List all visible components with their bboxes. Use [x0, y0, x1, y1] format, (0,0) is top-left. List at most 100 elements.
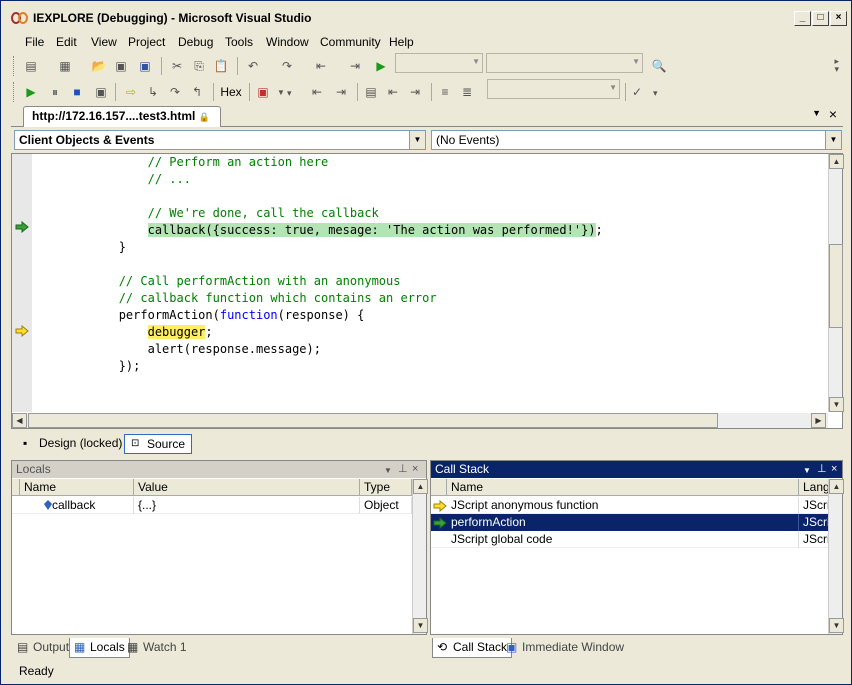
- menu-community[interactable]: Community: [320, 35, 381, 49]
- scroll-up-icon[interactable]: ▲: [829, 154, 844, 169]
- indicator-margin[interactable]: [12, 154, 32, 412]
- menu-window[interactable]: Window: [266, 35, 309, 49]
- bookmark-prev-icon[interactable]: ⇤: [307, 82, 327, 102]
- scroll-down-icon[interactable]: ▼: [829, 397, 844, 412]
- call-stack-title-bar[interactable]: Call Stack ▼ ⊥ ×: [431, 461, 842, 478]
- scroll-thumb[interactable]: [28, 413, 718, 428]
- maximize-button[interactable]: □: [812, 11, 829, 26]
- copy-icon[interactable]: ⎘: [189, 56, 209, 76]
- breakpoints-window-icon[interactable]: ▣: [253, 82, 273, 102]
- navigate-back-icon[interactable]: ⇤: [311, 56, 331, 76]
- code-line[interactable]: // Call performAction with an anonymous: [32, 273, 401, 290]
- scroll-up-icon[interactable]: ▲: [829, 479, 844, 494]
- hex-display-button[interactable]: Hex: [217, 82, 245, 102]
- indent-icon[interactable]: ⇥: [405, 82, 425, 102]
- local-value[interactable]: {...}: [134, 497, 360, 514]
- editor-horizontal-scrollbar[interactable]: ◀ ▶: [12, 413, 828, 428]
- tab-output[interactable]: ▤ Output: [13, 638, 73, 658]
- code-line[interactable]: // We're done, call the callback: [32, 205, 379, 222]
- open-file-icon[interactable]: 📂: [89, 56, 109, 76]
- window-position-icon[interactable]: ▼: [384, 463, 392, 479]
- column-language[interactable]: Langu: [799, 479, 828, 496]
- scroll-left-icon[interactable]: ◀: [12, 413, 27, 428]
- code-line[interactable]: }: [32, 239, 126, 256]
- close-icon[interactable]: ×: [831, 461, 837, 477]
- tab-call-stack[interactable]: ⟲ Call Stack: [432, 638, 513, 658]
- call-stack-scrollbar[interactable]: ▲ ▼: [828, 479, 844, 634]
- source-view-button[interactable]: ⊡ Source: [124, 434, 193, 454]
- paste-icon[interactable]: 📋: [211, 56, 231, 76]
- locals-title-bar[interactable]: Locals ▼ ⊥ ×: [12, 461, 426, 478]
- solution-config-dropdown[interactable]: ▼: [395, 53, 483, 73]
- scroll-down-icon[interactable]: ▼: [413, 618, 428, 633]
- solution-platform-dropdown[interactable]: ▼: [486, 53, 643, 73]
- continue-icon[interactable]: ▶: [21, 82, 41, 102]
- tab-locals[interactable]: ▦ Locals: [69, 638, 130, 658]
- step-over-icon[interactable]: ↷: [165, 82, 185, 102]
- code-line[interactable]: callback({success: true, mesage: 'The ac…: [32, 222, 603, 239]
- check-accessibility-icon[interactable]: ✓: [627, 82, 647, 102]
- tab-immediate-window[interactable]: ▣ Immediate Window: [502, 638, 628, 658]
- cut-icon[interactable]: ✂: [167, 56, 187, 76]
- save-icon[interactable]: ▣: [111, 56, 131, 76]
- close-button[interactable]: ×: [830, 11, 847, 26]
- format-icon[interactable]: ▤: [361, 82, 381, 102]
- code-line[interactable]: debugger;: [32, 324, 213, 341]
- save-all-icon[interactable]: ▣: [135, 56, 155, 76]
- code-line[interactable]: performAction(function(response) {: [32, 307, 365, 324]
- column-name[interactable]: Name: [447, 479, 799, 496]
- close-icon[interactable]: ×: [412, 461, 418, 477]
- code-line[interactable]: // callback function which contains an e…: [32, 290, 437, 307]
- table-row[interactable]: callback {...} Object: [12, 497, 412, 514]
- pin-icon[interactable]: ⊥: [398, 461, 408, 477]
- table-row[interactable]: JScript global code JScrip: [431, 531, 828, 548]
- menu-edit[interactable]: Edit: [56, 35, 77, 49]
- window-position-icon[interactable]: ▼: [803, 463, 811, 479]
- menu-debug[interactable]: Debug: [178, 35, 213, 49]
- menu-view[interactable]: View: [91, 35, 117, 49]
- locals-scrollbar[interactable]: ▲ ▼: [412, 479, 428, 634]
- step-out-icon[interactable]: ↰: [187, 82, 207, 102]
- code-line[interactable]: // Perform an action here: [32, 154, 329, 171]
- pin-icon[interactable]: ⊥: [817, 461, 827, 477]
- new-project-icon[interactable]: ▤: [21, 56, 41, 76]
- code-line[interactable]: // ...: [32, 171, 191, 188]
- undo-icon[interactable]: ↶: [243, 56, 263, 76]
- code-line[interactable]: alert(response.message);: [32, 341, 321, 358]
- outdent-icon[interactable]: ⇤: [383, 82, 403, 102]
- design-view-button[interactable]: ▪ Design (locked): [17, 434, 128, 454]
- break-all-icon[interactable]: ⏸: [45, 82, 65, 102]
- menu-help[interactable]: Help: [389, 35, 414, 49]
- scroll-thumb[interactable]: [829, 244, 843, 328]
- toolbar-grip[interactable]: [13, 82, 17, 102]
- uncomment-icon[interactable]: ≣: [457, 82, 477, 102]
- redo-icon[interactable]: ↷: [277, 56, 297, 76]
- tab-list-icon[interactable]: ▼: [812, 108, 821, 118]
- column-name[interactable]: Name: [20, 479, 134, 496]
- minimize-button[interactable]: _: [794, 11, 811, 26]
- toolbar-overflow-icon[interactable]: ▾: [653, 89, 658, 98]
- navigate-forward-icon[interactable]: ⇥: [345, 56, 365, 76]
- add-item-icon[interactable]: ▦: [55, 56, 75, 76]
- editor-vertical-scrollbar[interactable]: ▲ ▼: [828, 154, 844, 412]
- menu-tools[interactable]: Tools: [225, 35, 253, 49]
- menu-file[interactable]: File: [25, 35, 44, 49]
- comment-icon[interactable]: ≡: [435, 82, 455, 102]
- toolbar-overflow-icon[interactable]: ▾: [287, 89, 292, 98]
- bookmark-next-icon[interactable]: ⇥: [331, 82, 351, 102]
- step-into-icon[interactable]: ↳: [143, 82, 163, 102]
- scroll-up-icon[interactable]: ▲: [413, 479, 428, 494]
- menu-project[interactable]: Project: [128, 35, 165, 49]
- title-bar[interactable]: IEXPLORE (Debugging) - Microsoft Visual …: [5, 5, 847, 31]
- toolbar-overflow-icon[interactable]: ▸ ▾: [834, 57, 839, 74]
- scroll-right-icon[interactable]: ▶: [811, 413, 826, 428]
- client-objects-dropdown[interactable]: Client Objects & Events ▼: [14, 130, 426, 150]
- code-line[interactable]: });: [32, 358, 141, 375]
- column-value[interactable]: Value: [134, 479, 360, 496]
- toolbar-grip[interactable]: [13, 56, 17, 76]
- code-editor[interactable]: // Perform an action here // ... // We'r…: [11, 153, 844, 429]
- stop-debugging-icon[interactable]: ■: [67, 82, 87, 102]
- table-row[interactable]: JScript anonymous function JScrip: [431, 497, 828, 514]
- close-document-icon[interactable]: ×: [829, 106, 837, 122]
- show-next-statement-icon[interactable]: ⇨: [121, 82, 141, 102]
